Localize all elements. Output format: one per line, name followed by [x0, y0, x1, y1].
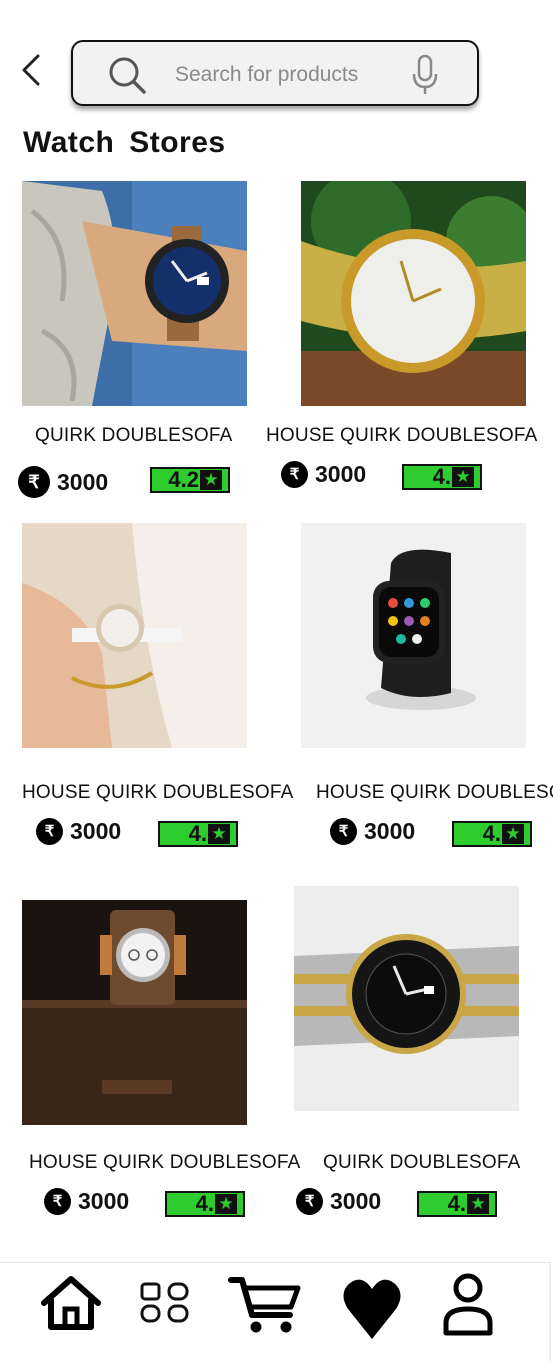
product-image[interactable] [22, 523, 247, 748]
nav-home[interactable] [38, 1273, 104, 1338]
product-name[interactable]: HOUSE QUIRK DOUBLESOFA [316, 782, 553, 804]
rating-badge: 4. ★ [452, 821, 532, 847]
microphone-icon[interactable] [411, 54, 439, 96]
rupee-icon: ₹ [330, 817, 357, 845]
back-button[interactable] [16, 50, 50, 90]
price-value: 3000 [315, 460, 367, 487]
rating-value: 4. [195, 1191, 214, 1216]
rating-badge: 4. ★ [417, 1191, 497, 1217]
rating-badge: 4. ★ [158, 821, 238, 847]
star-icon: ★ [452, 467, 474, 487]
price-value: 3000 [57, 468, 109, 495]
product-image[interactable] [294, 886, 519, 1111]
cart-icon [228, 1277, 301, 1333]
rating-badge: 4. ★ [402, 464, 482, 490]
product-price: ₹ 3000 [44, 1184, 129, 1218]
rating-value: 4. [432, 464, 451, 489]
rupee-icon: ₹ [18, 466, 50, 498]
rupee-icon: ₹ [281, 460, 308, 488]
product-image[interactable] [301, 523, 526, 748]
star-icon: ★ [502, 824, 524, 844]
rating-value: 4. [482, 821, 501, 846]
home-icon [41, 1276, 101, 1330]
product-price: ₹ 3000 [36, 814, 121, 848]
star-icon: ★ [215, 1194, 237, 1214]
categories-icon [140, 1282, 189, 1323]
nav-cart[interactable] [228, 1275, 302, 1340]
product-price: ₹ 3000 [281, 457, 366, 491]
rating-badge: 4.2 ★ [150, 467, 230, 493]
product-name[interactable]: HOUSE QUIRK DOUBLESOFA [266, 425, 538, 447]
star-icon: ★ [200, 470, 222, 490]
rating-value: 4.2 [168, 467, 199, 492]
profile-icon [443, 1273, 493, 1336]
product-image[interactable] [301, 181, 526, 406]
product-image[interactable] [22, 181, 247, 406]
product-name[interactable]: QUIRK DOUBLESOFA [323, 1152, 520, 1174]
product-name[interactable]: HOUSE QUIRK DOUBLESOFA [29, 1152, 301, 1174]
price-value: 3000 [364, 817, 416, 844]
search-icon[interactable] [107, 55, 147, 95]
price-value: 3000 [70, 817, 122, 844]
product-name[interactable]: HOUSE QUIRK DOUBLESOFA [22, 782, 294, 804]
rupee-icon: ₹ [36, 817, 63, 845]
rupee-icon: ₹ [44, 1187, 71, 1215]
bottom-navigation [0, 1262, 551, 1361]
price-value: 3000 [78, 1187, 130, 1214]
rating-value: 4. [447, 1191, 466, 1216]
product-image[interactable] [22, 900, 247, 1125]
product-name[interactable]: QUIRK DOUBLESOFA [35, 425, 232, 447]
rating-badge: 4. ★ [165, 1191, 245, 1217]
heart-icon [343, 1279, 401, 1339]
search-input[interactable] [173, 55, 397, 95]
star-icon: ★ [208, 824, 230, 844]
nav-wishlist[interactable] [342, 1275, 402, 1346]
nav-profile[interactable] [440, 1271, 496, 1342]
page-title: Watch Stores [23, 126, 226, 159]
star-icon: ★ [467, 1194, 489, 1214]
price-value: 3000 [330, 1187, 382, 1214]
nav-categories[interactable] [138, 1281, 192, 1330]
search-bar[interactable] [71, 40, 479, 106]
chevron-left-icon [22, 54, 40, 86]
product-price: ₹ 3000 [296, 1184, 381, 1218]
rating-value: 4. [188, 821, 207, 846]
product-price: ₹ 3000 [330, 814, 415, 848]
rupee-icon: ₹ [296, 1187, 323, 1215]
product-price: ₹ 3000 [18, 465, 108, 499]
